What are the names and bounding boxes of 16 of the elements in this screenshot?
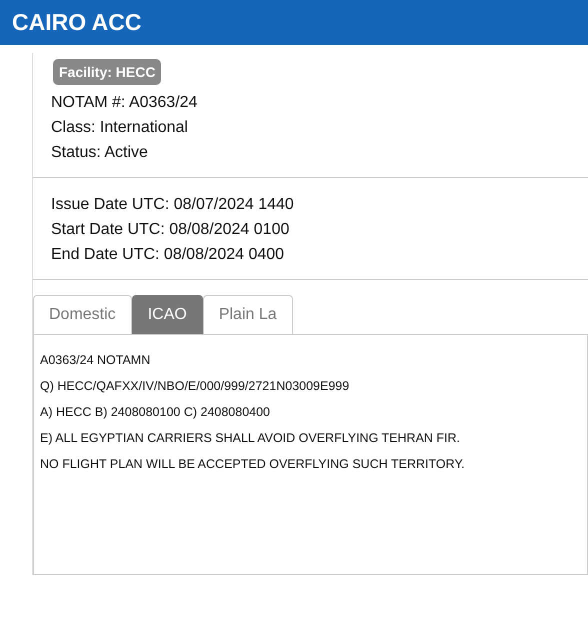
tab[interactable]: Domestic bbox=[33, 295, 132, 334]
notam-line: E) ALL EGYPTIAN CARRIERS SHALL AVOID OVERFLYING TEHRAN FIR. bbox=[40, 430, 462, 447]
detail-text: Status: Active bbox=[51, 143, 148, 163]
notam-line: A0363/24 NOTAMN bbox=[40, 352, 152, 369]
page-title: CAIRO ACC bbox=[12, 9, 142, 36]
tab[interactable]: Plain La bbox=[202, 295, 293, 334]
date-text: End Date UTC: 08/08/2024 0400 bbox=[51, 245, 284, 265]
notam-line: NO FLIGHT PLAN WILL BE ACCEPTED OVERFLYING SUCH TERRITORY. bbox=[40, 456, 466, 473]
notam-line: A) HECC B) 2408080100 C) 2408080400 bbox=[40, 404, 272, 421]
date-text: Start Date UTC: 08/08/2024 0100 bbox=[51, 220, 290, 240]
date-text: Issue Date UTC: 08/07/2024 1440 bbox=[51, 195, 294, 215]
detail-text: NOTAM #: A0363/24 bbox=[51, 93, 198, 113]
tab[interactable]: ICAO bbox=[132, 295, 203, 334]
facility-badge: Facility: HECC bbox=[53, 59, 162, 85]
notam-line: Q) HECC/QAFXX/IV/NBO/E/000/999/2721N03009E999 bbox=[40, 378, 350, 395]
detail-text: Class: International bbox=[51, 118, 188, 138]
